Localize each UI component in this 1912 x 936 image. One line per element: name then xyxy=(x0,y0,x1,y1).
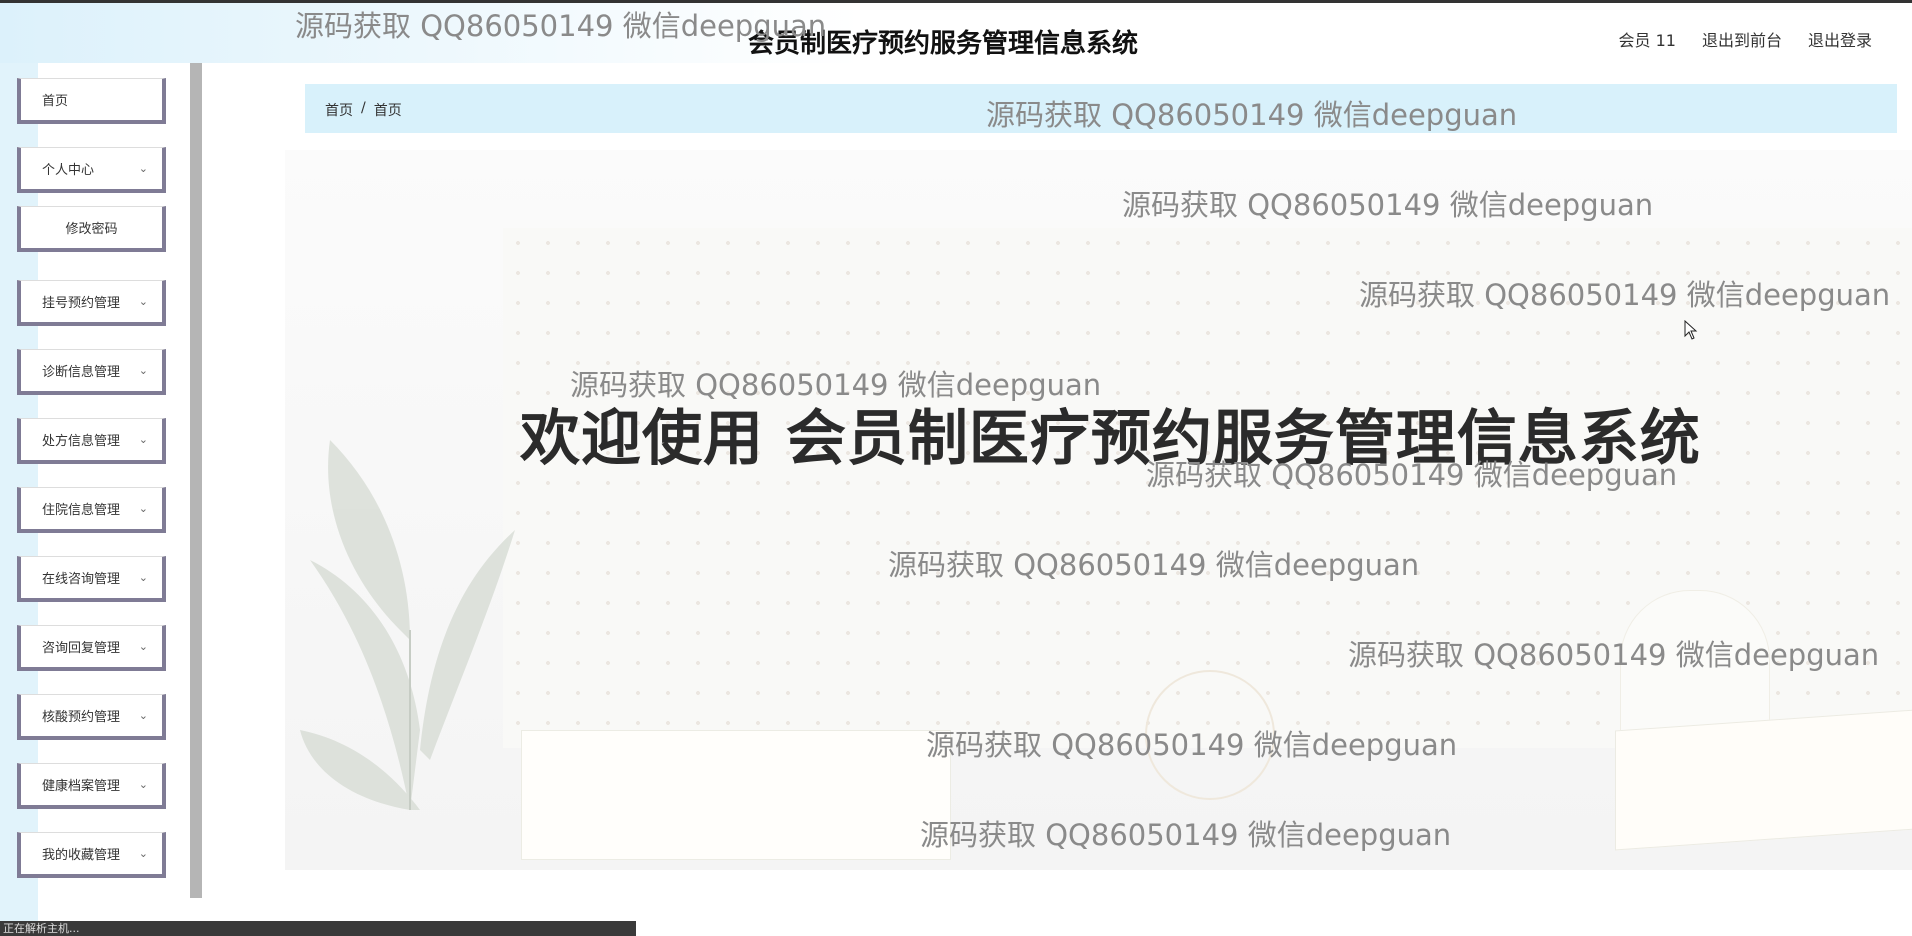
sidebar-item-consult-reply[interactable]: 咨询回复管理 ⌄ xyxy=(17,625,166,671)
sidebar-item-label: 核酸预约管理 xyxy=(42,710,121,725)
chevron-down-icon: ⌄ xyxy=(138,847,148,860)
sidebar-item-label: 首页 xyxy=(42,94,69,109)
sidebar-item-personal-center[interactable]: 个人中心 ⌄ xyxy=(17,147,166,193)
breadcrumb: 首页 / 首页 xyxy=(325,100,402,120)
breadcrumb-home[interactable]: 首页 xyxy=(325,100,353,120)
sidebar-item-label: 处方信息管理 xyxy=(42,434,121,449)
chevron-down-icon: ⌄ xyxy=(138,571,148,584)
sidebar-item-label: 我的收藏管理 xyxy=(42,848,121,863)
sidebar-scrollbar[interactable] xyxy=(190,63,202,898)
sidebar-item-diagnosis[interactable]: 诊断信息管理 ⌄ xyxy=(17,349,166,395)
sidebar-item-label: 个人中心 xyxy=(42,163,95,178)
sidebar-item-label: 修改密码 xyxy=(65,222,118,237)
breadcrumb-bar xyxy=(305,84,1897,133)
chevron-down-icon: ⌄ xyxy=(138,364,148,377)
decor-box-right xyxy=(1615,709,1912,851)
chevron-down-icon: ⌄ xyxy=(138,433,148,446)
browser-status-bar: 正在解析主机... xyxy=(0,921,636,936)
decor-circle xyxy=(1145,670,1275,800)
sidebar-item-label: 健康档案管理 xyxy=(42,779,121,794)
sidebar-item-appointment[interactable]: 挂号预约管理 ⌄ xyxy=(17,280,166,326)
sidebar-item-label: 挂号预约管理 xyxy=(42,296,121,311)
header: 会员制医疗预约服务管理信息系统 会员 11 退出到前台 退出登录 xyxy=(0,3,1912,63)
sidebar-item-home[interactable]: 首页 xyxy=(17,78,166,124)
sidebar-item-change-password[interactable]: 修改密码 xyxy=(17,206,166,252)
sidebar-item-label: 在线咨询管理 xyxy=(42,572,121,587)
sidebar-item-label: 诊断信息管理 xyxy=(42,365,121,380)
breadcrumb-separator: / xyxy=(361,100,366,116)
chevron-down-icon: ⌄ xyxy=(138,502,148,515)
welcome-heading: 欢迎使用 会员制医疗预约服务管理信息系统 xyxy=(520,404,1701,474)
sidebar-item-nucleic-acid[interactable]: 核酸预约管理 ⌄ xyxy=(17,694,166,740)
chevron-down-icon: ⌄ xyxy=(138,778,148,791)
sidebar-item-online-consult[interactable]: 在线咨询管理 ⌄ xyxy=(17,556,166,602)
sidebar-item-favorites[interactable]: 我的收藏管理 ⌄ xyxy=(17,832,166,878)
sidebar-item-prescription[interactable]: 处方信息管理 ⌄ xyxy=(17,418,166,464)
back-to-frontend-link[interactable]: 退出到前台 xyxy=(1702,27,1782,51)
decor-box-left xyxy=(521,730,951,860)
member-name[interactable]: 会员 11 xyxy=(1619,27,1676,51)
plant-illustration xyxy=(300,440,515,810)
sidebar-item-label: 咨询回复管理 xyxy=(42,641,121,656)
chevron-down-icon: ⌄ xyxy=(138,295,148,308)
header-actions: 会员 11 退出到前台 退出登录 xyxy=(1619,27,1872,51)
app-title: 会员制医疗预约服务管理信息系统 xyxy=(748,29,1139,59)
sidebar-item-hospitalization[interactable]: 住院信息管理 ⌄ xyxy=(17,487,166,533)
sidebar-item-health-record[interactable]: 健康档案管理 ⌄ xyxy=(17,763,166,809)
breadcrumb-current: 首页 xyxy=(373,103,402,119)
welcome-banner xyxy=(285,150,1912,870)
mouse-cursor-icon xyxy=(1684,320,1698,340)
sidebar-item-label: 住院信息管理 xyxy=(42,503,121,518)
chevron-down-icon: ⌄ xyxy=(138,640,148,653)
logout-link[interactable]: 退出登录 xyxy=(1808,27,1872,51)
chevron-down-icon: ⌄ xyxy=(138,709,148,722)
chevron-down-icon: ⌄ xyxy=(138,162,148,175)
